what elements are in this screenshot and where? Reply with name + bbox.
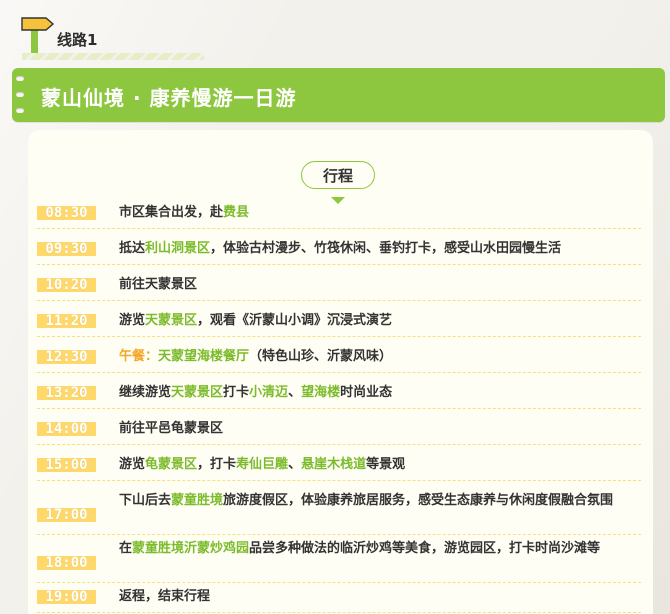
description-text: 、 (288, 457, 302, 472)
highlight-text: 蒙童胜境 (171, 493, 224, 508)
time-badge: 12:30 (37, 350, 96, 364)
highlight-text: 望海楼 (301, 385, 341, 400)
meal-label: 午餐： (119, 349, 159, 364)
section-label: 行程 (301, 161, 375, 189)
description-text: 在 (119, 541, 133, 556)
row-divider (37, 582, 641, 583)
itinerary-description: 下山后去蒙童胜境旅游度假区，体验康养旅居服务，感受生态康养与休闲度假融合氛围 (119, 493, 629, 509)
itinerary-description: 抵达利山洞景区，体验古村漫步、竹筏休闲、垂钓打卡，感受山水田园慢生活 (119, 241, 629, 257)
route-header: 线路1 (18, 14, 208, 60)
row-divider (37, 444, 641, 445)
time-badge: 08:30 (37, 206, 96, 220)
highlight-text: 蒙童胜境沂蒙炒鸡园 (132, 541, 250, 556)
itinerary-description: 在蒙童胜境沂蒙炒鸡园品尝多种做法的临沂炒鸡等美食，游览园区，打卡时尚沙滩等 (119, 541, 629, 557)
highlight-text: 小清迈 (249, 385, 289, 400)
description-text: 旅游度假区，体验康养旅居服务，感受生态康养与休闲度假融合氛围 (223, 493, 614, 508)
time-badge: 14:00 (37, 422, 96, 436)
highlight-text: 天蒙景区 (145, 313, 198, 328)
description-text: 等景观 (366, 457, 406, 472)
time-badge: 09:30 (37, 242, 96, 256)
itinerary-card: 行程 08:30 市区集合出发，赴费县 09:30 抵达利山洞景区，体验古村漫步、竹筏… (28, 130, 653, 614)
itinerary-description: 游览天蒙景区，观看《沂蒙山小调》沉浸式演艺 (119, 313, 629, 329)
highlight-text: 龟蒙景区 (145, 457, 198, 472)
time-badge: 15:00 (37, 458, 96, 472)
row-divider (37, 408, 641, 409)
description-text: 继续游览 (119, 385, 172, 400)
description-text: 品尝多种做法的临沂炒鸡等美食，游览园区，打卡时尚沙滩等 (249, 541, 601, 556)
highlight-text: 利山洞景区 (145, 241, 211, 256)
itinerary-description: 游览龟蒙景区，打卡寿仙巨雕、悬崖木栈道等景观 (119, 457, 629, 473)
description-text: 、 (288, 385, 302, 400)
time-badge: 13:20 (37, 386, 96, 400)
itinerary-description: 前往平邑龟蒙景区 (119, 421, 629, 437)
row-divider (37, 300, 641, 301)
binder-holes (14, 74, 26, 116)
description-text: 前往平邑龟蒙景区 (119, 421, 224, 436)
signpost-icon (21, 17, 55, 54)
row-divider (37, 612, 641, 613)
itinerary-description: 市区集合出发，赴费县 (119, 205, 629, 221)
banner-title: 蒙山仙境 · 康养慢游一日游 (41, 86, 297, 110)
highlight-text: 悬崖木栈道 (301, 457, 367, 472)
time-badge: 11:20 (37, 314, 96, 328)
description-text: 打卡 (223, 385, 250, 400)
description-text: 市区集合出发，赴 (119, 205, 224, 220)
itinerary-description: 午餐：天蒙望海楼餐厅（特色山珍、沂蒙风味） (119, 349, 629, 365)
description-text: 前往天蒙景区 (119, 277, 198, 292)
description-text: ，观看《沂蒙山小调》沉浸式演艺 (197, 313, 393, 328)
time-badge: 17:00 (37, 508, 96, 522)
highlight-text: 天蒙望海楼餐厅 (158, 349, 250, 364)
title-banner: 蒙山仙境 · 康养慢游一日游 (12, 68, 665, 122)
itinerary-description: 返程，结束行程 (119, 589, 629, 605)
decorative-stripe (22, 53, 204, 60)
time-badge: 18:00 (37, 556, 96, 570)
description-text: 游览 (119, 457, 146, 472)
row-divider (37, 228, 641, 229)
itinerary-description: 前往天蒙景区 (119, 277, 629, 293)
description-text: 游览 (119, 313, 146, 328)
section-arrow-icon (331, 197, 345, 204)
row-divider (37, 372, 641, 373)
time-badge: 19:00 (37, 590, 96, 604)
highlight-text: 天蒙景区 (171, 385, 224, 400)
description-text: ，打卡 (197, 457, 237, 472)
row-divider (37, 264, 641, 265)
description-text: （特色山珍、沂蒙风味） (249, 349, 393, 364)
description-text: 时尚业态 (340, 385, 393, 400)
row-divider (37, 534, 641, 535)
highlight-text: 费县 (223, 205, 250, 220)
row-divider (37, 336, 641, 337)
time-badge: 10:20 (37, 278, 96, 292)
route-label: 线路1 (57, 31, 98, 49)
description-text: 返程，结束行程 (119, 589, 211, 604)
description-text: 下山后去 (119, 493, 172, 508)
itinerary-description: 继续游览天蒙景区打卡小清迈、望海楼时尚业态 (119, 385, 629, 401)
highlight-text: 寿仙巨雕 (236, 457, 289, 472)
description-text: ，体验古村漫步、竹筏休闲、垂钓打卡，感受山水田园慢生活 (210, 241, 562, 256)
description-text: 抵达 (119, 241, 146, 256)
row-divider (37, 480, 641, 481)
